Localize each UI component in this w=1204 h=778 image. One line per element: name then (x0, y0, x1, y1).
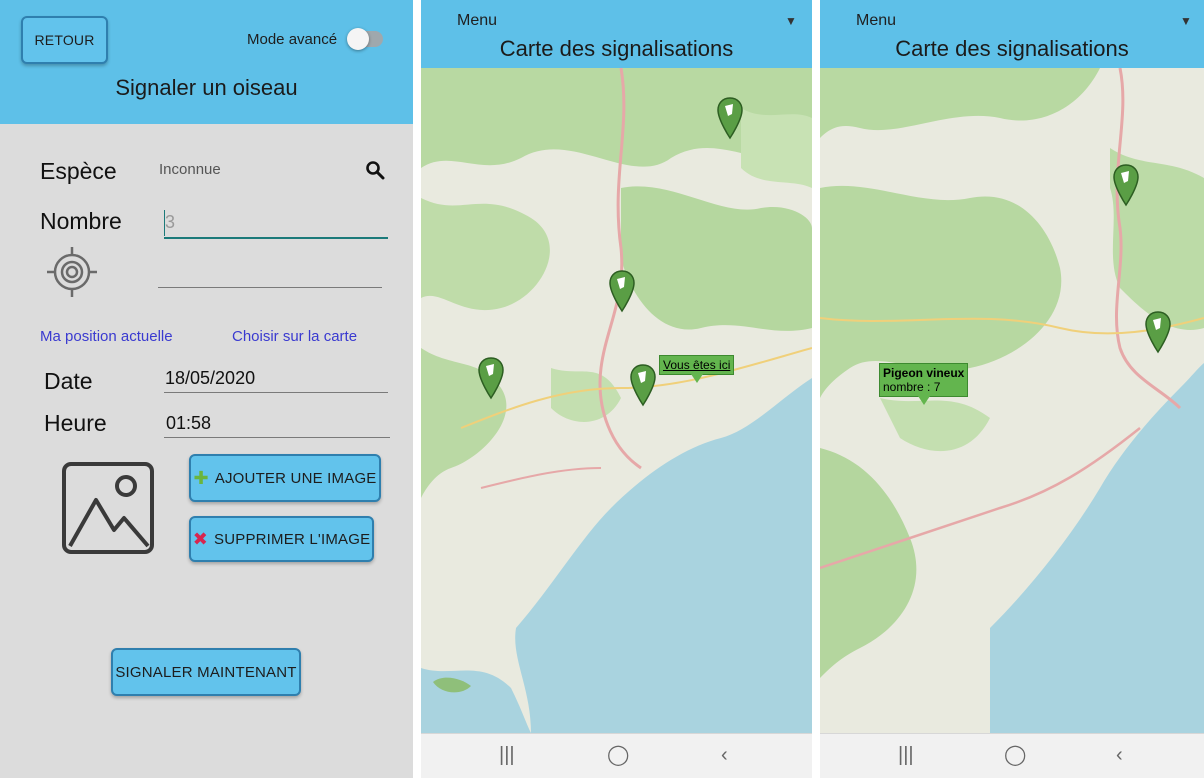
add-image-button[interactable]: ✚ AJOUTER UNE IMAGE (189, 454, 381, 502)
chevron-down-icon[interactable]: ▼ (785, 14, 797, 28)
system-nav-bar: ||| ◯ ‹ (820, 733, 1204, 778)
map-marker-icon[interactable] (629, 363, 657, 407)
system-nav-bar: ||| ◯ ‹ (421, 733, 812, 778)
species-value[interactable]: Inconnue (159, 161, 221, 178)
map-marker-icon[interactable] (608, 269, 636, 313)
date-input[interactable]: 18/05/2020 (165, 368, 255, 389)
map-screen-location: Menu ▼ Carte des signalisations Vous ête… (421, 0, 812, 778)
number-label: Nombre (40, 208, 122, 234)
callout-count: nombre : 7 (883, 380, 941, 394)
map-screen-report: Menu ▼ Carte des signalisations Pigeon v… (820, 0, 1204, 778)
time-input[interactable]: 01:58 (166, 413, 211, 434)
home-icon[interactable]: ◯ (1004, 742, 1026, 767)
add-image-label: AJOUTER UNE IMAGE (214, 469, 377, 487)
time-underline (164, 437, 390, 438)
number-input[interactable]: 3 (165, 212, 175, 233)
you-are-here-callout[interactable]: Vous êtes ici (659, 355, 735, 383)
recent-apps-icon[interactable]: ||| (898, 744, 914, 767)
date-label: Date (44, 368, 93, 394)
text-cursor (164, 210, 165, 236)
page-title: Signaler un oiseau (115, 75, 298, 100)
bird-report-callout[interactable]: Pigeon vineux nombre : 7 (879, 363, 969, 405)
map-marker-icon[interactable] (477, 356, 505, 400)
chevron-down-icon[interactable]: ▼ (1180, 14, 1192, 28)
advanced-mode-label: Mode avancé (247, 31, 338, 48)
map-view[interactable] (820, 68, 1204, 733)
map-title: Carte des signalisations (499, 36, 734, 61)
recent-apps-icon[interactable]: ||| (499, 744, 515, 767)
choose-on-map-link[interactable]: Choisir sur la carte (232, 328, 357, 345)
home-icon[interactable]: ◯ (607, 742, 629, 767)
current-position-link[interactable]: Ma position actuelle (40, 328, 173, 345)
callout-species: Pigeon vineux (883, 366, 965, 380)
back-button[interactable]: RETOUR (21, 16, 108, 64)
map-marker-icon[interactable] (1144, 310, 1172, 354)
search-icon[interactable] (365, 160, 385, 180)
map-title: Carte des signalisations (895, 36, 1129, 61)
menu-dropdown[interactable]: Menu (457, 12, 497, 30)
time-label: Heure (44, 410, 107, 436)
map-marker-icon[interactable] (716, 96, 744, 140)
plus-icon: ✚ (193, 468, 209, 488)
advanced-mode-toggle[interactable] (347, 28, 383, 50)
species-label: Espèce (40, 158, 117, 184)
position-field[interactable] (158, 287, 382, 288)
date-underline (164, 392, 388, 393)
number-input-underline (164, 237, 388, 239)
toggle-knob (347, 28, 369, 50)
back-nav-icon[interactable]: ‹ (721, 744, 728, 767)
map-view[interactable] (421, 68, 812, 733)
remove-image-button[interactable]: ✖ SUPPRIMER L'IMAGE (189, 516, 374, 562)
cross-icon: ✖ (192, 529, 208, 549)
remove-image-label: SUPPRIMER L'IMAGE (214, 530, 371, 548)
gps-target-icon[interactable] (44, 244, 100, 300)
menu-dropdown[interactable]: Menu (856, 12, 896, 30)
map-marker-icon[interactable] (1112, 163, 1140, 207)
submit-report-button[interactable]: SIGNALER MAINTENANT (111, 648, 301, 696)
back-nav-icon[interactable]: ‹ (1116, 744, 1123, 767)
report-form-screen: RETOUR Mode avancé Signaler un oiseau Es… (0, 0, 413, 778)
image-placeholder-icon (62, 462, 154, 554)
